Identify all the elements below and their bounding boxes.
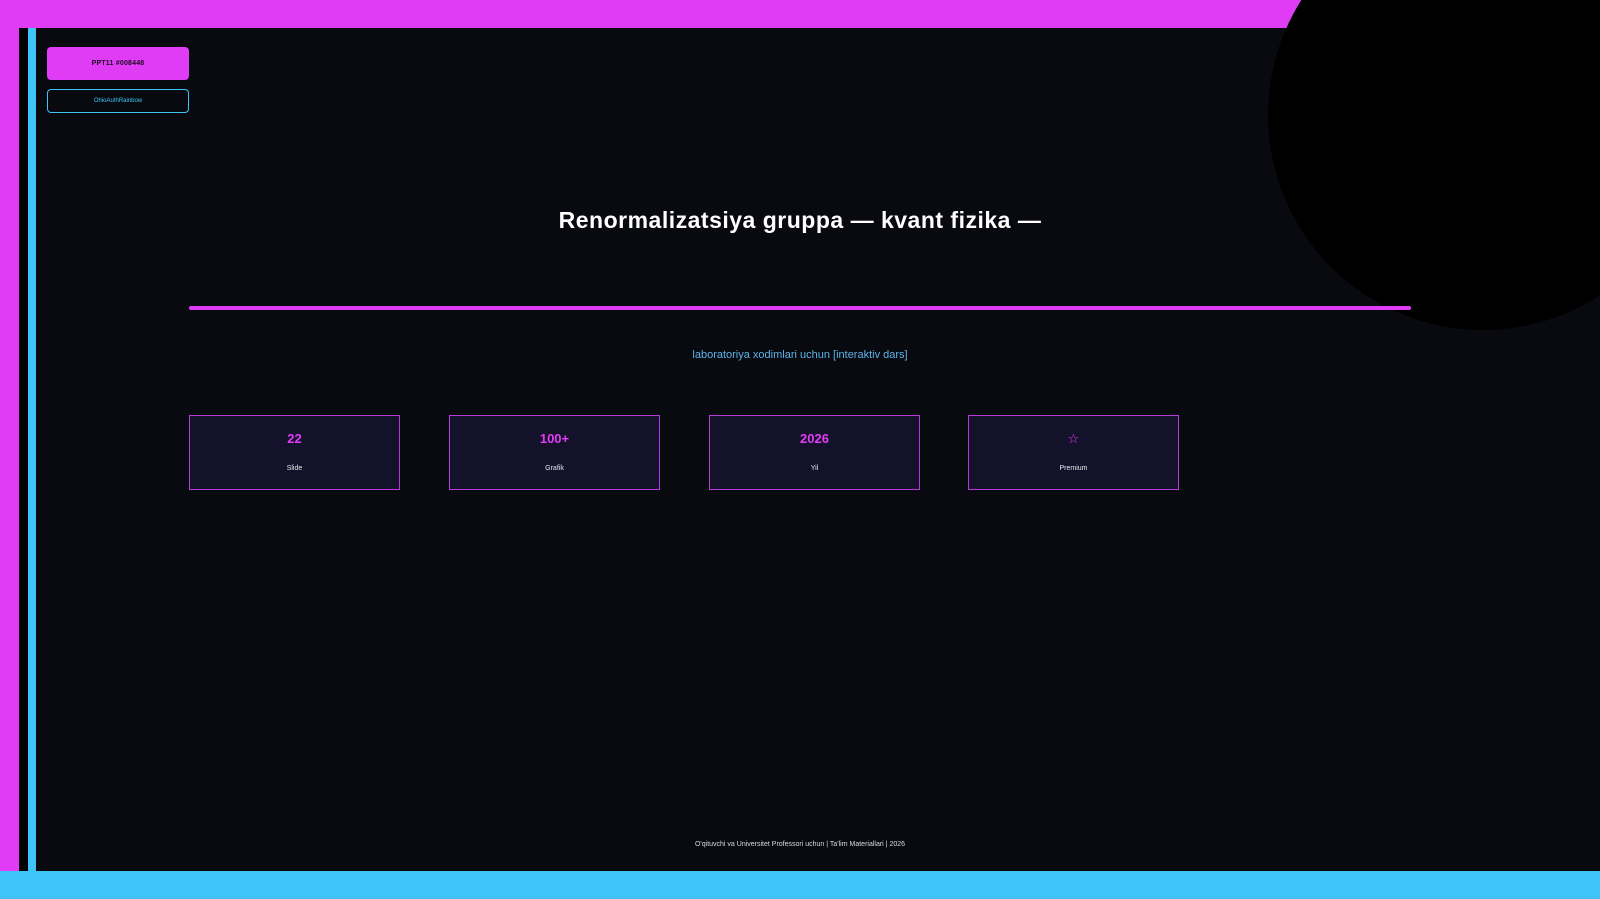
stat-value: 2026 (800, 431, 829, 446)
stat-label: Premium (1059, 465, 1088, 472)
stat-card-slides: 22 Slide (189, 415, 400, 490)
presentation-code-badge: PPT11 #008448 (47, 47, 189, 80)
decorative-circle (1268, 0, 1600, 330)
title-divider (189, 306, 1411, 310)
stat-value: 22 (287, 431, 302, 446)
left-accent-bar-cyan (28, 28, 36, 871)
stat-card-year: 2026 Yil (709, 415, 920, 490)
bottom-accent-bar (0, 871, 1600, 899)
left-accent-bar-magenta (0, 0, 19, 871)
stat-label: Grafik (545, 465, 564, 472)
slide-footer: O'qituvchi va Universitet Professori uch… (694, 841, 906, 848)
stat-label: Yil (810, 465, 819, 472)
slide-title: Renormalizatsiya gruppa — kvant fizika — (558, 207, 1042, 233)
stat-value: 100+ (539, 431, 570, 446)
slide-subtitle: laboratoriya xodimlari uchun [interaktiv… (692, 349, 908, 361)
star-icon: ☆ (1067, 431, 1080, 446)
slide: PPT11 #008448 OhioAuthRainbow Renormaliz… (0, 0, 1600, 899)
stat-card-premium: ☆ Premium (968, 415, 1179, 490)
stat-card-graphics: 100+ Grafik (449, 415, 660, 490)
stat-label: Slide (286, 465, 303, 472)
left-accent-bar-dark (19, 28, 28, 871)
theme-name-badge: OhioAuthRainbow (47, 89, 189, 113)
